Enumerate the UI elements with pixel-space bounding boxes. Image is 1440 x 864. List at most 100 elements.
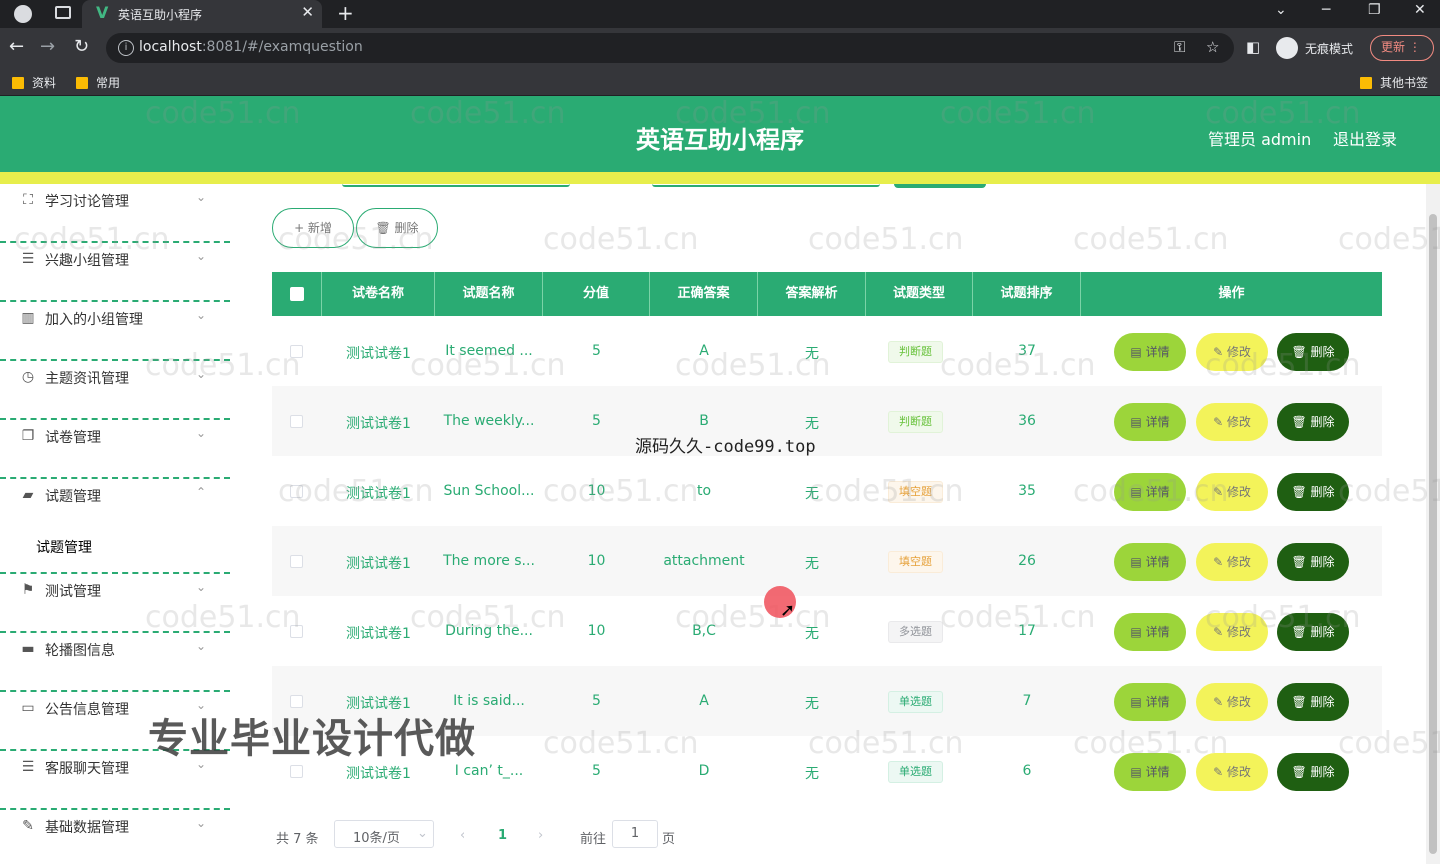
browser-tab[interactable]: V 英语互助小程序 ✕	[82, 0, 322, 28]
edit-button[interactable]: ✎ 修改	[1196, 403, 1268, 441]
batch-delete-button[interactable]: 🗑 删除	[356, 208, 438, 248]
sidebar-item-carousel[interactable]: ▬ 轮播图信息 ⌄	[0, 633, 230, 692]
page-number-current[interactable]: 1	[498, 828, 507, 843]
edit-button[interactable]: ✎ 修改	[1196, 333, 1268, 371]
tab-close-icon[interactable]: ✕	[301, 3, 314, 21]
detail-button[interactable]: ▤ 详情	[1114, 613, 1186, 651]
delete-button[interactable]: 🗑 删除	[1277, 333, 1349, 371]
col-question-name: 试题名称	[435, 272, 543, 316]
back-icon[interactable]: ←	[9, 36, 24, 57]
type-tag: 单选题	[888, 691, 943, 713]
sidebar-item-label: 测试管理	[45, 584, 101, 600]
detail-button[interactable]: ▤ 详情	[1114, 683, 1186, 721]
update-button[interactable]: 更新 ⋮	[1370, 35, 1434, 61]
sidebar-item-interest-group[interactable]: ☰ 兴趣小组管理 ⌄	[0, 243, 230, 302]
cell-order: 7	[1022, 693, 1032, 709]
row-checkbox[interactable]	[290, 555, 303, 568]
delete-button[interactable]: 🗑 删除	[1277, 473, 1349, 511]
search-input-edge[interactable]	[652, 184, 880, 187]
chevron-down-icon: ⌄	[196, 639, 207, 653]
flag-icon: ⚑	[21, 582, 35, 598]
row-checkbox[interactable]	[290, 765, 303, 778]
sidebar-item-news[interactable]: ◷ 主题资讯管理 ⌄	[0, 361, 230, 420]
delete-button[interactable]: 🗑 删除	[1277, 613, 1349, 651]
col-paper-name: 试卷名称	[322, 272, 435, 316]
sidebar-item-test[interactable]: ⚑ 测试管理 ⌄	[0, 574, 230, 633]
add-button[interactable]: + 新增	[272, 208, 354, 248]
delete-button[interactable]: 🗑 删除	[1277, 683, 1349, 721]
select-all-checkbox[interactable]	[290, 287, 304, 301]
sidebar-item-basic-data[interactable]: ✎ 基础数据管理 ⌄	[0, 810, 230, 864]
site-info-icon[interactable]: i	[118, 40, 134, 56]
cell-score: 10	[587, 483, 606, 499]
select-all-cell	[272, 272, 322, 316]
detail-button[interactable]: ▤ 详情	[1114, 753, 1186, 791]
edit-button[interactable]: ✎ 修改	[1196, 473, 1268, 511]
search-input-edge[interactable]	[342, 184, 570, 187]
bookmark-folder-changyong[interactable]: 常用	[76, 74, 120, 91]
folder-icon	[12, 77, 24, 89]
cell-score: 5	[592, 343, 601, 359]
edit-button[interactable]: ✎ 修改	[1196, 613, 1268, 651]
key-icon[interactable]: ⚿	[1174, 38, 1185, 56]
reload-icon[interactable]: ↻	[74, 36, 89, 57]
row-checkbox[interactable]	[290, 625, 303, 638]
sidebar-item-discussion[interactable]: ⛶ 学习讨论管理 ⌄	[0, 184, 230, 243]
submenu-question-manage[interactable]: 试题管理	[36, 537, 92, 557]
next-page-icon[interactable]: ›	[538, 828, 543, 843]
col-actions: 操作	[1218, 286, 1245, 301]
type-tag: 判断题	[888, 341, 943, 363]
vue-logo-icon: V	[96, 3, 109, 22]
url-text[interactable]: localhost:8081/#/examquestion	[139, 39, 363, 55]
row-checkbox[interactable]	[290, 485, 303, 498]
goto-page-input[interactable]: 1	[612, 820, 658, 848]
detail-button[interactable]: ▤ 详情	[1114, 543, 1186, 581]
sidebar-item-joined-group[interactable]: ▥ 加入的小组管理 ⌄	[0, 302, 230, 361]
delete-button[interactable]: 🗑 删除	[1277, 403, 1349, 441]
incognito-icon	[1276, 37, 1298, 59]
logout-link[interactable]: 退出登录	[1333, 126, 1397, 150]
edit-button[interactable]: ✎ 修改	[1196, 753, 1268, 791]
tab-list-chevron-icon[interactable]: ⌄	[1275, 2, 1287, 18]
other-bookmarks[interactable]: 其他书签	[1360, 74, 1428, 91]
cell-correct-answer: A	[699, 693, 709, 709]
page-size-select[interactable]: 10条/页 ⌄	[334, 820, 434, 848]
delete-button[interactable]: 🗑 删除	[1277, 543, 1349, 581]
bookmark-star-icon[interactable]: ☆	[1206, 38, 1219, 56]
window-close-icon[interactable]: ✕	[1414, 2, 1426, 18]
detail-button[interactable]: ▤ 详情	[1114, 333, 1186, 371]
delete-button[interactable]: 🗑 删除	[1277, 753, 1349, 791]
bookmark-folder-ziliao[interactable]: 资料	[12, 74, 56, 91]
sidebar-item-paper[interactable]: ❐ 试卷管理 ⌄	[0, 420, 230, 479]
edit-button[interactable]: ✎ 修改	[1196, 543, 1268, 581]
detail-button[interactable]: ▤ 详情	[1114, 403, 1186, 441]
detail-button[interactable]: ▤ 详情	[1114, 473, 1186, 511]
prev-page-icon[interactable]: ‹	[460, 828, 465, 843]
sidebar-item-question[interactable]: ▰ 试题管理 ⌃ 试题管理	[0, 479, 230, 574]
row-checkbox[interactable]	[290, 415, 303, 428]
sidebar-item-label: 客服聊天管理	[45, 761, 129, 777]
edit-button[interactable]: ✎ 修改	[1196, 683, 1268, 721]
col-type: 试题类型	[866, 272, 973, 316]
forward-icon[interactable]: →	[40, 36, 55, 57]
scrollbar-thumb[interactable]	[1429, 214, 1437, 854]
minimize-icon[interactable]: ─	[1322, 2, 1330, 18]
cell-score: 5	[592, 693, 601, 709]
side-panel-icon[interactable]: ◧	[1246, 38, 1260, 56]
cell-correct-answer: A	[699, 343, 709, 359]
new-tab-icon[interactable]: +	[337, 1, 354, 25]
table-row: 测试试卷1 It seemed ... 5 A 无 判断题 37 ▤ 详情 ✎ 修改 🗑 删除	[272, 316, 1382, 386]
thesis-ad-overlay: 专业毕业设计代做	[148, 716, 476, 762]
table-row: 测试试卷1 The more s... 10 attachment 无 填空题 26 ▤ 详情…	[272, 526, 1382, 596]
restore-icon[interactable]: ❐	[1368, 2, 1381, 18]
cell-correct-answer: to	[696, 483, 712, 499]
cell-analysis: 无	[805, 766, 819, 782]
cell-order: 26	[1018, 553, 1036, 569]
col-analysis: 答案解析	[758, 272, 866, 316]
page-size-value: 10条/页	[353, 831, 400, 846]
browser-extension-icon[interactable]	[14, 5, 32, 23]
address-bar[interactable]: i localhost:8081/#/examquestion ⚿ ☆	[106, 33, 1234, 63]
row-checkbox[interactable]	[290, 345, 303, 358]
search-button-edge[interactable]	[894, 184, 986, 188]
tab-search-icon[interactable]	[55, 6, 71, 19]
